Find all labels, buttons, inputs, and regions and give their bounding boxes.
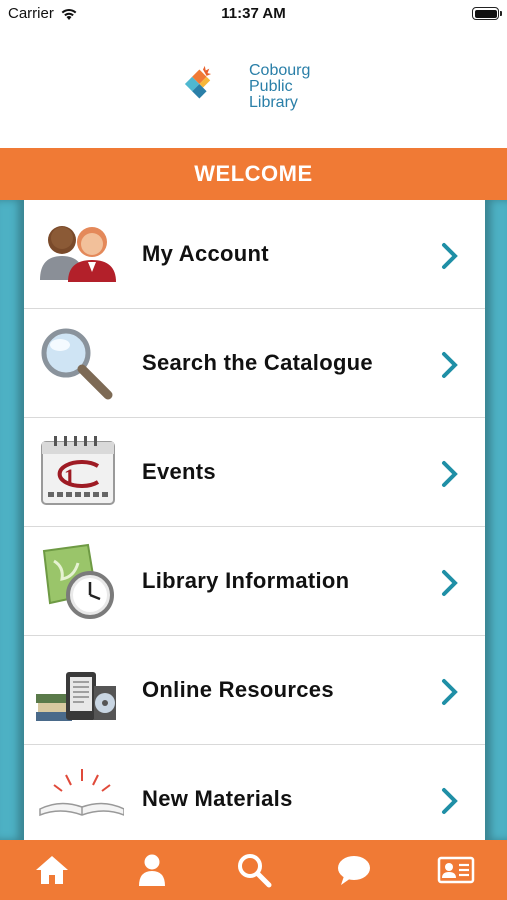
page-title: WELCOME: [0, 148, 507, 200]
books-ereader-icon: [36, 672, 116, 721]
menu-item-label: Online Resources: [142, 677, 334, 702]
chevron-right-icon: [442, 461, 458, 487]
chevron-right-icon: [442, 788, 458, 814]
main-menu: My Account Search the Catalogue 1 Events: [24, 200, 485, 840]
tab-chat[interactable]: [334, 850, 374, 890]
tab-library-card[interactable]: [436, 850, 476, 890]
right-border: [485, 200, 507, 840]
home-icon: [36, 856, 68, 884]
chevron-right-icon: [442, 352, 458, 378]
bottom-tab-bar: [0, 840, 507, 900]
menu-item-library-information[interactable]: Library Information: [24, 527, 485, 636]
menu-item-label: New Materials: [142, 786, 293, 811]
status-bar: Carrier 11:37 AM: [0, 0, 507, 28]
status-time: 11:37 AM: [221, 5, 286, 22]
id-card-icon: [437, 856, 475, 884]
menu-item-label: Search the Catalogue: [142, 350, 373, 375]
tab-home[interactable]: [32, 850, 72, 890]
logo-area: Cobourg Public Library: [0, 28, 507, 148]
tab-search[interactable]: [234, 850, 274, 890]
menu-item-label: Events: [142, 459, 216, 484]
map-clock-icon: [42, 543, 114, 619]
magnifier-icon: [41, 328, 113, 400]
open-book-icon: [39, 769, 124, 817]
chat-icon: [338, 856, 370, 885]
menu-item-search-catalogue[interactable]: Search the Catalogue: [24, 309, 485, 418]
menu-item-my-account[interactable]: My Account: [24, 200, 485, 309]
logo-line-3: Library: [249, 94, 298, 111]
menu-item-new-materials[interactable]: New Materials: [24, 745, 485, 840]
logo-text: Cobourg Public Library: [249, 63, 310, 111]
people-icon: [40, 226, 116, 282]
menu-item-label: Library Information: [142, 568, 350, 593]
library-logo-mark: [184, 65, 212, 99]
calendar-icon: 1: [41, 436, 115, 505]
menu-item-label: My Account: [142, 241, 269, 266]
logo-line-1: Cobourg: [249, 62, 311, 79]
svg-text:1: 1: [64, 464, 75, 489]
chevron-right-icon: [442, 570, 458, 596]
chevron-right-icon: [442, 679, 458, 705]
logo-line-2: Public: [249, 78, 293, 95]
search-icon: [238, 854, 272, 888]
left-border: [0, 200, 24, 840]
chevron-right-icon: [442, 243, 458, 269]
person-icon: [139, 854, 165, 886]
menu-item-events[interactable]: 1 Events: [24, 418, 485, 527]
tab-account[interactable]: [132, 850, 172, 890]
menu-item-online-resources[interactable]: Online Resources: [24, 636, 485, 745]
battery-icon: [472, 7, 502, 20]
